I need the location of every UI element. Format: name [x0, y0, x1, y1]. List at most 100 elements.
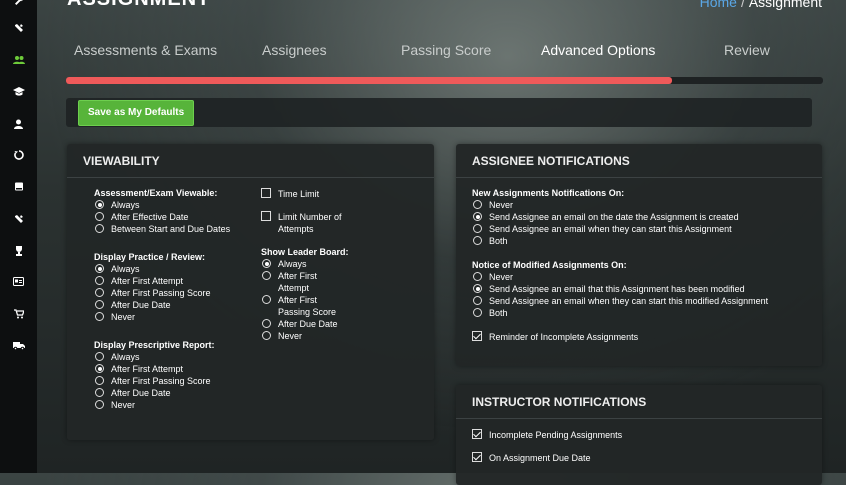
id-card-icon[interactable]	[0, 277, 37, 286]
due-date-box[interactable]	[472, 452, 482, 462]
radio-button[interactable]	[95, 276, 104, 285]
radio-button[interactable]	[95, 400, 104, 409]
radio-button[interactable]	[473, 308, 482, 317]
radio-button[interactable]	[95, 376, 104, 385]
modified-assignments-group: Notice of Modified Assignments On: Never…	[472, 260, 812, 319]
radio-button[interactable]	[262, 271, 271, 280]
trophy-icon[interactable]	[0, 246, 37, 256]
save-defaults-button[interactable]: Save as My Defaults	[78, 100, 195, 126]
time-limit-box[interactable]	[261, 188, 271, 198]
radio-button[interactable]	[473, 224, 482, 233]
radio-button[interactable]	[95, 200, 104, 209]
radio-option[interactable]: Never	[472, 199, 812, 211]
radio-option[interactable]: Between Start and Due Dates	[94, 223, 264, 235]
tools-icon[interactable]	[0, 23, 37, 33]
radio-button[interactable]	[473, 236, 482, 245]
cart-icon[interactable]	[0, 309, 37, 319]
tab-review[interactable]: Review	[724, 42, 770, 58]
instructor-notifications-divider	[456, 418, 822, 419]
leader-board-group: Show Leader Board: Always After First Atte…	[261, 247, 371, 342]
radio-option[interactable]: After First Attempt	[94, 363, 264, 375]
radio-button[interactable]	[95, 388, 104, 397]
radio-option[interactable]: Always	[94, 351, 264, 363]
reminder-checkbox[interactable]: Reminder of Incomplete Assignments	[472, 331, 812, 343]
radio-option[interactable]: After First Attempt	[94, 275, 264, 287]
ambulance-icon[interactable]	[0, 341, 37, 350]
users-icon[interactable]	[0, 55, 37, 65]
radio-button[interactable]	[473, 200, 482, 209]
radio-option[interactable]: After First Passing Score	[261, 294, 371, 318]
incomplete-pending-checkbox[interactable]: Incomplete Pending Assignments	[472, 429, 812, 441]
radio-button[interactable]	[95, 212, 104, 221]
book-icon[interactable]	[0, 182, 37, 191]
modified-assignments-label: Notice of Modified Assignments On:	[472, 260, 627, 270]
radio-option[interactable]: Send Assignee an email that this Assignm…	[472, 283, 812, 295]
radio-option[interactable]: After Due Date	[261, 318, 371, 330]
radio-option[interactable]: Always	[94, 263, 264, 275]
radio-option[interactable]: After First Passing Score	[94, 287, 264, 299]
radio-button[interactable]	[473, 212, 482, 221]
radio-option-label: Both	[489, 236, 508, 246]
radio-option-label: Send Assignee an email that this Assignm…	[489, 284, 745, 294]
radio-button[interactable]	[473, 272, 482, 281]
radio-option[interactable]: After First Attempt	[261, 270, 371, 294]
radio-option[interactable]: Send Assignee an email when they can sta…	[472, 223, 812, 235]
graduation-cap-icon[interactable]	[0, 87, 37, 96]
radio-option[interactable]: Never	[472, 271, 812, 283]
tab-assessments-exams[interactable]: Assessments & Exams	[74, 42, 217, 58]
radio-button[interactable]	[262, 259, 271, 268]
due-date-checkbox[interactable]: On Assignment Due Date	[472, 452, 812, 464]
radio-button[interactable]	[95, 312, 104, 321]
radio-button[interactable]	[95, 288, 104, 297]
leader-board-options: Always After First Attempt After First Passi…	[261, 258, 371, 342]
time-limit-checkbox[interactable]: Time Limit	[261, 188, 371, 200]
radio-option[interactable]: Always	[94, 199, 264, 211]
radio-option[interactable]: Never	[94, 399, 264, 411]
limit-attempts-label-1: Limit Number of	[278, 212, 342, 222]
limit-attempts-box[interactable]	[261, 211, 271, 221]
radio-option[interactable]: Both	[472, 235, 812, 247]
wrench-icon[interactable]	[0, 0, 37, 6]
tools-icon[interactable]	[0, 214, 37, 224]
radio-option[interactable]: After First Passing Score	[94, 375, 264, 387]
radio-option-label: Never	[489, 200, 514, 210]
sidebar	[0, 0, 37, 473]
radio-option[interactable]: After Effective Date	[94, 211, 264, 223]
new-assignments-label: New Assignments Notifications On:	[472, 188, 625, 198]
radio-option[interactable]: Always	[261, 258, 371, 270]
reminder-box[interactable]	[472, 331, 482, 341]
radio-option[interactable]: Send Assignee an email on the date the A…	[472, 211, 812, 223]
radio-option[interactable]: Never	[94, 311, 264, 323]
leader-board-label: Show Leader Board:	[261, 247, 349, 257]
radio-button[interactable]	[95, 264, 104, 273]
history-icon[interactable]	[0, 150, 37, 160]
breadcrumb-home-link[interactable]: Home	[700, 0, 737, 10]
radio-button[interactable]	[262, 295, 271, 304]
assignee-notifications-divider	[456, 177, 822, 178]
tab-passing-score[interactable]: Passing Score	[401, 42, 491, 58]
incomplete-pending-box[interactable]	[472, 429, 482, 439]
radio-option[interactable]: After Due Date	[94, 387, 264, 399]
radio-button[interactable]	[95, 364, 104, 373]
wizard-progress-fill	[66, 77, 672, 84]
time-limit-group: Time Limit	[261, 188, 371, 200]
viewability-panel: VIEWABILITY Assessment/Exam Viewable: Al…	[67, 144, 434, 440]
radio-option[interactable]: After Due Date	[94, 299, 264, 311]
radio-option-label: After Due Date	[278, 319, 338, 329]
time-limit-label: Time Limit	[278, 189, 320, 199]
tab-assignees[interactable]: Assignees	[262, 42, 327, 58]
limit-attempts-group: Limit Number of Attempts	[261, 211, 371, 235]
limit-attempts-checkbox[interactable]: Limit Number of Attempts	[261, 211, 371, 235]
radio-option[interactable]: Never	[261, 330, 371, 342]
radio-option[interactable]: Both	[472, 307, 812, 319]
radio-button[interactable]	[473, 284, 482, 293]
radio-button[interactable]	[95, 352, 104, 361]
radio-button[interactable]	[262, 319, 271, 328]
user-icon[interactable]	[0, 119, 37, 129]
radio-button[interactable]	[95, 300, 104, 309]
radio-option[interactable]: Send Assignee an email when they can sta…	[472, 295, 812, 307]
radio-button[interactable]	[262, 331, 271, 340]
radio-button[interactable]	[473, 296, 482, 305]
tab-advanced-options[interactable]: Advanced Options	[541, 42, 655, 58]
radio-button[interactable]	[95, 224, 104, 233]
